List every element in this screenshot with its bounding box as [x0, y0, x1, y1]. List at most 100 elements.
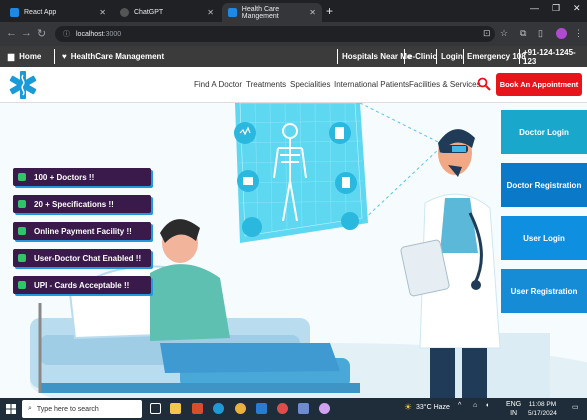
home-link[interactable]: ▆ Home [8, 46, 41, 67]
feature-payment-badge: Online Payment Facility !! [13, 222, 151, 240]
feature-label: UPI - Cards Acceptable !! [34, 280, 130, 290]
lang-label: ENG [506, 401, 522, 408]
menu-find-a-doctor[interactable]: Find A Doctor [194, 80, 242, 89]
window-close-icon[interactable]: ✕ [573, 3, 581, 14]
doctor-login-button[interactable]: Doctor Login [501, 110, 587, 154]
sidebar-icon[interactable]: ▯ [538, 28, 543, 39]
brand-link[interactable]: ♥ HealthCare Management [62, 46, 164, 67]
menu-international-patients[interactable]: International Patients [334, 80, 409, 89]
app-icon[interactable] [298, 403, 309, 414]
tab-label: Health Care Mangement [241, 5, 280, 20]
back-icon[interactable]: ← [6, 27, 17, 39]
doctor-registration-button[interactable]: Doctor Registration [501, 163, 587, 207]
home-icon: ▆ [8, 52, 15, 61]
hologram-panel [234, 103, 368, 243]
menu-facilities-services[interactable]: Facilities & Services [409, 80, 481, 89]
divider [519, 49, 520, 64]
feature-doctors-badge: 100 + Doctors !! [13, 168, 151, 186]
close-icon[interactable]: ✕ [309, 8, 316, 17]
weather-text[interactable]: 33°C Haze [416, 404, 450, 411]
bookmark-star-icon[interactable]: ☆ [500, 28, 508, 39]
emergency-link[interactable]: Emergency 108 [467, 46, 526, 67]
user-registration-button[interactable]: User Registration [501, 269, 587, 313]
language-indicator[interactable]: ENG IN [506, 400, 521, 418]
browser-tab-health-care[interactable]: Health Care Mangement ✕ [222, 3, 322, 22]
region-label: IN [510, 410, 518, 417]
task-view-icon[interactable] [150, 403, 161, 414]
chrome-icon[interactable] [235, 403, 246, 414]
site-info-icon[interactable]: ⓘ [63, 29, 70, 39]
date-label: 5/17/2024 [528, 410, 557, 417]
address-bar-row: ← → ↻ ⓘ localhost:3000 ⊡ ☆ ⧉ ▯ ⋮ [0, 22, 587, 46]
brand-label: HealthCare Management [70, 52, 165, 61]
install-app-icon[interactable]: ⊡ [483, 28, 491, 39]
feature-specifications-badge: 20 + Specifications !! [13, 195, 151, 213]
reload-icon[interactable]: ↻ [37, 27, 46, 40]
browser-tab-react-app[interactable]: React App ✕ [4, 3, 112, 22]
taskbar-search-input[interactable]: ⌕ Type here to search [22, 400, 142, 418]
edge-icon[interactable] [213, 403, 224, 414]
profile-avatar[interactable] [556, 28, 567, 39]
e-clinic-link[interactable]: e-Clinic [408, 46, 437, 67]
weather-icon: ☀ [404, 402, 413, 412]
user-login-button[interactable]: User Login [501, 216, 587, 260]
heart-icon: ♥ [62, 52, 67, 61]
divider [436, 49, 437, 64]
top-nav: ▆ Home ♥ HealthCare Management Hospitals… [0, 46, 587, 67]
divider [463, 49, 464, 64]
menu-specialities[interactable]: Specialities [290, 80, 330, 89]
chatgpt-favicon-icon [120, 8, 129, 17]
time-label: 11:08 PM [528, 401, 557, 408]
store-icon[interactable] [192, 403, 203, 414]
hero-section: 100 + Doctors !! 20 + Specifications !! … [0, 103, 587, 398]
browser-tab-bar: React App ✕ ChatGPT ✕ Health Care Mangem… [0, 0, 587, 22]
forward-icon[interactable]: → [21, 27, 32, 39]
feature-upi-badge: UPI - Cards Acceptable !! [13, 276, 151, 294]
menu-treatments[interactable]: Treatments [246, 80, 286, 89]
feature-bullet-icon [18, 254, 26, 262]
login-link[interactable]: Login [441, 46, 463, 67]
page-favicon-icon [228, 8, 237, 17]
star-of-life-logo-icon[interactable] [8, 69, 38, 101]
network-icon[interactable]: ⌂ [473, 402, 477, 409]
search-placeholder: Type here to search [36, 405, 99, 413]
feature-label: User-Doctor Chat Enabled !! [34, 253, 142, 263]
maximize-icon[interactable]: ❐ [552, 3, 560, 14]
file-explorer-icon[interactable] [170, 403, 181, 414]
browser-menu-icon[interactable]: ⋮ [574, 28, 583, 39]
feature-label: 20 + Specifications !! [34, 199, 114, 209]
search-icon: ⌕ [28, 405, 32, 412]
feature-bullet-icon [18, 200, 26, 208]
url-port: :3000 [103, 30, 122, 38]
divider [337, 49, 338, 64]
divider [54, 49, 55, 64]
notification-icon[interactable]: ▭ [572, 403, 579, 411]
feature-label: 100 + Doctors !! [34, 172, 95, 182]
home-label: Home [19, 52, 42, 61]
url-input[interactable]: ⓘ localhost:3000 [55, 26, 495, 42]
search-icon[interactable] [477, 77, 491, 91]
app-icon[interactable] [277, 403, 288, 414]
windows-start-icon[interactable] [6, 404, 16, 414]
extensions-icon[interactable]: ⧉ [520, 28, 526, 39]
clock[interactable]: 11:08 PM 5/17/2024 [528, 400, 557, 418]
divider [404, 49, 405, 64]
browser-tab-chatgpt[interactable]: ChatGPT ✕ [114, 3, 220, 22]
main-header: Find A Doctor Treatments Specialities In… [0, 67, 587, 103]
tray-overflow-icon[interactable]: ^ [458, 402, 461, 409]
book-appointment-button[interactable]: Book An Appointment [496, 73, 582, 96]
minimize-icon[interactable]: — [530, 3, 539, 13]
feature-bullet-icon [18, 173, 26, 181]
volume-icon[interactable]: ◖ [485, 402, 489, 409]
feature-chat-badge: User-Doctor Chat Enabled !! [13, 249, 151, 267]
close-icon[interactable]: ✕ [99, 8, 106, 17]
react-favicon-icon [10, 8, 19, 17]
hospitals-near-me-link[interactable]: Hospitals Near Me [342, 46, 411, 67]
close-icon[interactable]: ✕ [207, 8, 214, 17]
feature-bullet-icon [18, 227, 26, 235]
phone-link[interactable]: +91-124-1245-123 [523, 46, 587, 67]
vscode-icon[interactable] [256, 403, 267, 414]
app-icon[interactable] [319, 403, 330, 414]
new-tab-icon[interactable]: + [326, 4, 333, 18]
tab-label: React App [24, 9, 57, 16]
